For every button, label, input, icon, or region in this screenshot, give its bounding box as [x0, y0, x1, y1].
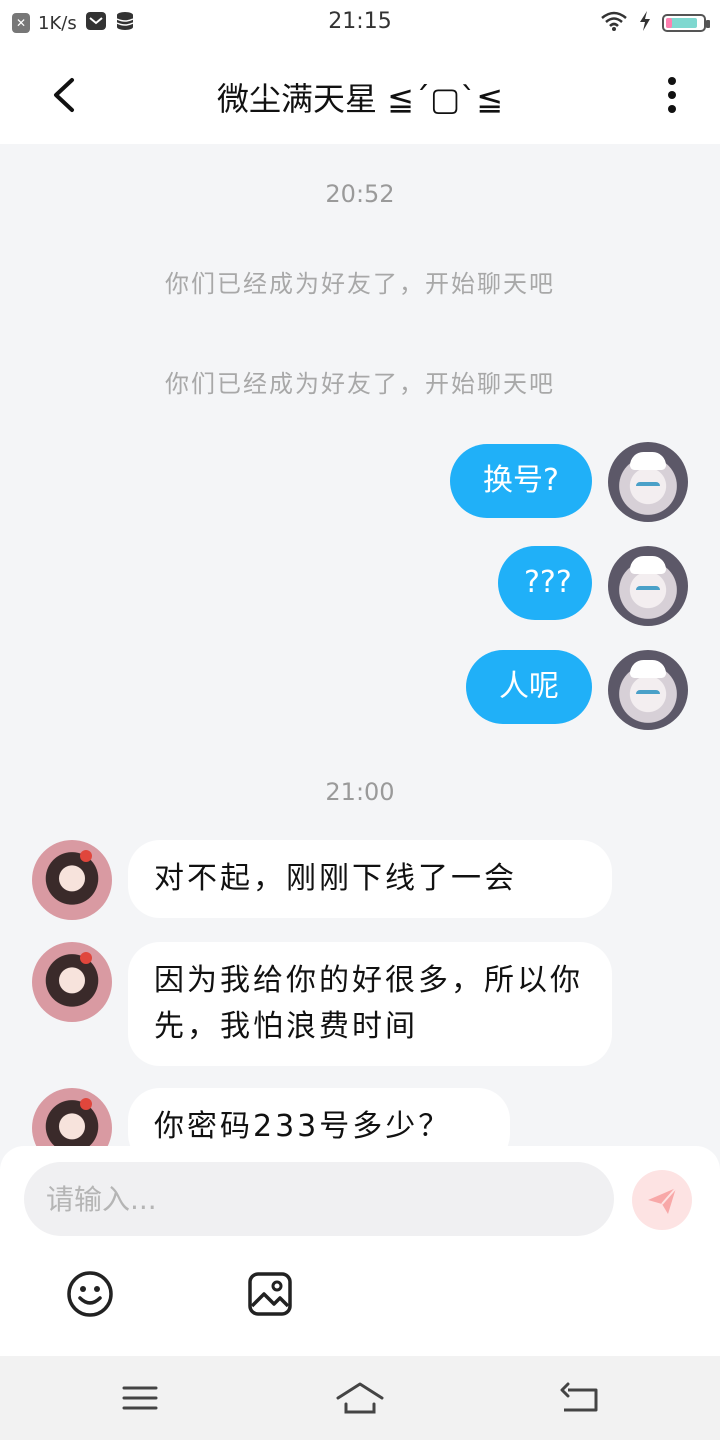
incoming-message[interactable]: 对不起，刚刚下线了一会 — [128, 840, 612, 918]
menu-nav-button[interactable] — [116, 1376, 164, 1420]
charging-icon — [638, 10, 652, 36]
chevron-left-icon — [54, 78, 74, 112]
contact-avatar[interactable] — [32, 1088, 112, 1146]
back-nav-button[interactable] — [556, 1376, 604, 1420]
my-avatar[interactable] — [608, 650, 688, 730]
image-button[interactable] — [246, 1270, 294, 1318]
incoming-message[interactable]: 因为我给你的好很多，所以你先，我怕浪费时间 — [128, 942, 612, 1066]
contact-avatar[interactable] — [32, 840, 112, 920]
chat-title: 微尘满天星 ≦´▢`≦ — [216, 80, 504, 118]
paper-plane-icon — [648, 1187, 677, 1214]
my-avatar[interactable] — [608, 546, 688, 626]
outgoing-message[interactable]: 人呢 — [466, 650, 592, 724]
my-avatar[interactable] — [608, 442, 688, 522]
battery-icon — [662, 14, 710, 32]
smiley-icon — [67, 1271, 113, 1317]
system-nav-bar — [0, 1356, 720, 1440]
message-input[interactable] — [24, 1162, 614, 1236]
battery-marker — [666, 18, 672, 28]
chat-messages[interactable]: 20:52 你们已经成为好友了，开始聊天吧 你们已经成为好友了，开始聊天吧 换号… — [0, 144, 720, 1146]
contact-avatar[interactable] — [32, 942, 112, 1022]
outgoing-message[interactable]: 换号? — [450, 444, 592, 518]
system-message: 你们已经成为好友了，开始聊天吧 — [165, 270, 555, 298]
incoming-message[interactable]: 你密码233号多少？ — [128, 1088, 510, 1146]
more-options-button[interactable] — [652, 72, 692, 118]
back-button[interactable] — [44, 72, 88, 118]
send-button[interactable] — [632, 1170, 692, 1230]
wifi-icon — [600, 10, 628, 36]
outgoing-message[interactable]: ??? — [498, 546, 592, 620]
status-right — [600, 10, 710, 36]
menu-icon — [122, 1386, 158, 1410]
status-bar: ✕ 1K/s 21:15 — [0, 0, 720, 46]
home-nav-button[interactable] — [336, 1376, 384, 1420]
emoji-button[interactable] — [66, 1270, 114, 1318]
image-icon — [248, 1272, 292, 1316]
home-icon — [336, 1382, 384, 1414]
back-icon — [560, 1382, 598, 1412]
vertical-dots-icon — [668, 77, 676, 113]
system-message: 你们已经成为好友了，开始聊天吧 — [165, 370, 555, 398]
chat-header: 微尘满天星 ≦´▢`≦ — [0, 46, 720, 144]
timestamp: 20:52 — [325, 180, 395, 208]
input-area — [0, 1146, 720, 1356]
timestamp: 21:00 — [325, 778, 395, 806]
